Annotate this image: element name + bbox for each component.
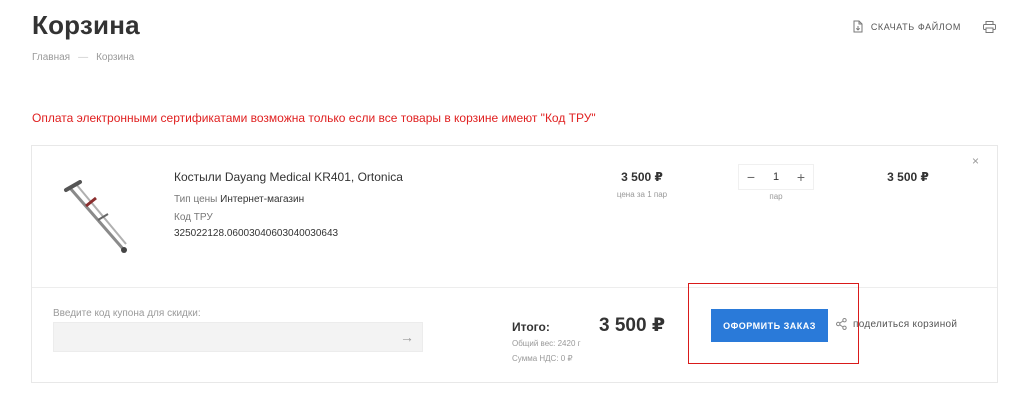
download-file-label: СКАЧАТЬ ФАЙЛОМ [870,21,961,32]
cart-item-row: Костыли Dayang Medical KR401, Ortonica Т… [32,146,997,288]
total-vat: Сумма НДС: 0 ₽ [512,354,573,363]
breadcrumb-current: Корзина [96,52,135,63]
header-actions: СКАЧАТЬ ФАЙЛОМ [852,20,996,33]
breadcrumb-separator: — [78,52,89,63]
increase-quantity-button[interactable]: + [789,165,813,189]
breadcrumb-home-link[interactable]: Главная [32,52,70,63]
total-value: 3 500 ₽ [599,315,666,336]
price-column: 3 500 ₽ цена за 1 пар [592,170,692,199]
printer-icon[interactable] [983,20,996,33]
cart-panel: Костыли Dayang Medical KR401, Ortonica Т… [31,145,998,383]
file-download-icon [852,20,864,33]
breadcrumb: Главная — Корзина [32,52,134,63]
certificate-notice: Оплата электронными сертификатами возмож… [32,111,596,125]
coupon-input[interactable] [54,323,374,351]
price-type-value: Интернет-магазин [220,194,305,205]
price-type-prop: Тип цены Интернет-магазин [174,194,304,205]
tru-code-value: 325022128.06003040603040030643 [174,228,339,239]
page-title: Корзина [32,10,140,40]
total-label: Итого: [512,320,550,334]
totals-block: Итого: Общий вес: 2420 г Сумма НДС: 0 ₽ [512,320,581,364]
quantity-input[interactable] [763,171,789,183]
coupon-field: → [53,322,423,352]
share-cart-button[interactable]: поделиться корзиной [836,318,957,330]
download-file-button[interactable]: СКАЧАТЬ ФАЙЛОМ [852,20,961,33]
quantity-unit: пар [769,192,783,201]
checkout-button[interactable]: ОФОРМИТЬ ЗАКАЗ [711,309,828,342]
total-weight: Общий вес: 2420 г [512,339,581,348]
crutch-image[interactable] [62,180,132,255]
share-icon [836,318,847,330]
quantity-stepper: − + [738,164,814,190]
product-name[interactable]: Костыли Dayang Medical KR401, Ortonica [174,170,403,184]
price-type-label: Тип цены [174,194,218,205]
decrease-quantity-button[interactable]: − [739,165,763,189]
unit-price-note: цена за 1 пар [616,190,668,199]
arrow-right-icon[interactable]: → [400,329,414,345]
share-cart-label: поделиться корзиной [853,318,958,330]
quantity-column: − + пар [738,164,814,201]
remove-item-icon[interactable]: × [972,154,979,168]
unit-price: 3 500 ₽ [621,170,663,184]
item-total: 3 500 ₽ [887,170,929,184]
tru-code-label: Код ТРУ [174,212,213,223]
coupon-label: Введите код купона для скидки: [53,308,201,319]
